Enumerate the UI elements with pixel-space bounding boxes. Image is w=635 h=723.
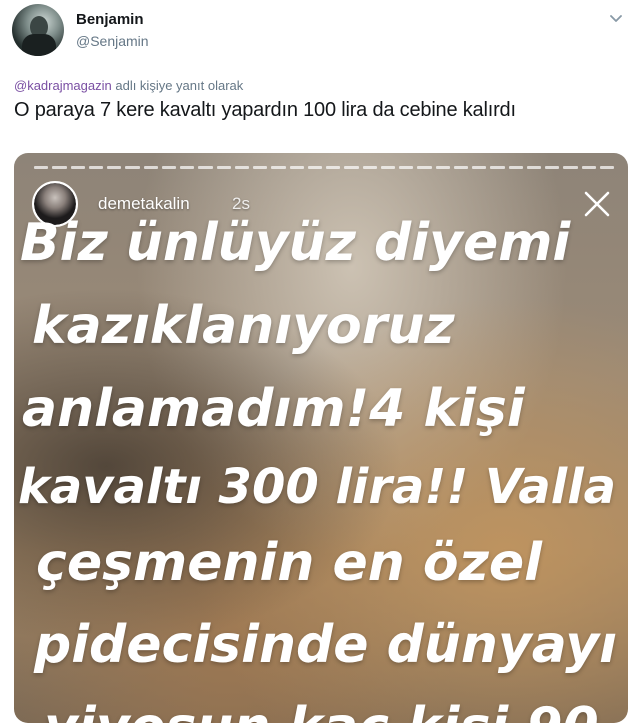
close-icon[interactable] xyxy=(583,190,611,218)
tweet-text: O paraya 7 kere kavaltı yapardın 100 lir… xyxy=(14,99,516,121)
chevron-down-icon[interactable] xyxy=(610,14,622,24)
reply-mention-link[interactable]: @kadrajmagazin xyxy=(14,78,112,93)
story-time: 2s xyxy=(232,194,250,213)
story-progress-bar xyxy=(34,166,614,169)
story-line: yiyosun kaç kişi 90 xyxy=(44,697,599,723)
story-line: kazıklanıyoruz xyxy=(32,296,455,356)
reply-suffix: adlı kişiye yanıt olarak xyxy=(111,78,244,93)
story-line: pidecisinde dünyayı xyxy=(34,615,617,675)
tweet-header: Benjamin @Senjamin xyxy=(0,0,635,70)
story-line: çeşmenin en özel xyxy=(36,533,542,593)
author-handle[interactable]: @Senjamin xyxy=(76,33,149,49)
author-avatar[interactable] xyxy=(12,4,64,56)
story-line: Biz ünlüyüz diyemi xyxy=(20,213,571,273)
story-line: kavaltı 300 lira!! Valla xyxy=(18,459,617,515)
story-screenshot[interactable]: demetakalin 2s Biz ünlüyüz diyemi kazıkl… xyxy=(14,153,628,723)
author-name[interactable]: Benjamin xyxy=(76,11,144,28)
story-username: demetakalin xyxy=(98,194,190,213)
reply-context: @kadrajmagazin adlı kişiye yanıt olarak xyxy=(14,78,243,93)
avatar-body xyxy=(22,34,56,56)
story-line: anlamadım!4 kişi xyxy=(22,379,525,439)
